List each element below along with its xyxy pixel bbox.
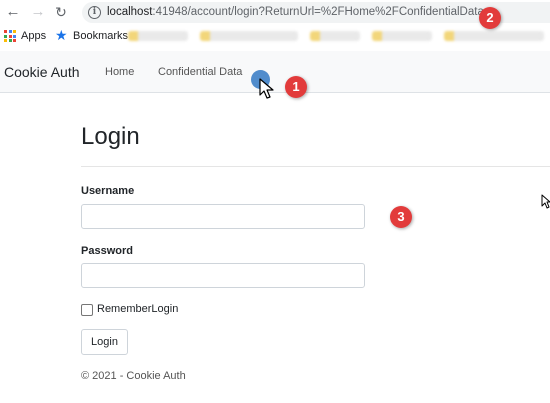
annotation-badge-2: 2	[479, 7, 501, 29]
mouse-cursor-icon	[541, 194, 550, 209]
star-icon: ★	[55, 27, 68, 43]
url-text: localhost:41948/account/login?ReturnUrl=…	[107, 5, 484, 20]
site-navbar: Cookie Auth Home Confidential Data	[0, 51, 550, 93]
username-input[interactable]	[81, 204, 365, 229]
nav-link-home[interactable]: Home	[105, 65, 134, 79]
apps-grid-icon[interactable]	[4, 30, 16, 42]
blurred-bookmark[interactable]	[444, 31, 544, 41]
blurred-bookmark[interactable]	[128, 31, 188, 41]
page-title: Login	[81, 123, 140, 150]
password-input[interactable]	[81, 263, 365, 288]
nav-link-confidential-data[interactable]: Confidential Data	[158, 65, 242, 79]
blurred-bookmark[interactable]	[200, 31, 298, 41]
annotation-badge-1: 1	[285, 76, 307, 98]
blurred-bookmark[interactable]	[372, 31, 432, 41]
login-button[interactable]: Login	[81, 329, 128, 355]
info-icon[interactable]: i	[88, 6, 101, 19]
password-label: Password	[81, 245, 133, 257]
blurred-bookmark[interactable]	[310, 31, 360, 41]
back-arrow-icon[interactable]: ←	[4, 3, 22, 21]
url-path: :41948/account/login?ReturnUrl=%2FHome%2…	[152, 6, 484, 18]
remember-login-label[interactable]: RememberLogin	[97, 302, 178, 316]
forward-arrow-icon[interactable]: →	[29, 3, 47, 21]
footer-text: © 2021 - Cookie Auth	[81, 370, 186, 382]
username-label: Username	[81, 185, 135, 197]
url-host: localhost	[107, 6, 153, 18]
browser-toolbar: ← → ↻ i localhost:41948/account/login?Re…	[0, 0, 550, 25]
brand-link[interactable]: Cookie Auth	[4, 63, 80, 81]
remember-login-checkbox[interactable]	[81, 304, 93, 316]
bookmarks-bar: Apps ★ Bookmarks	[0, 25, 550, 47]
reload-icon[interactable]: ↻	[52, 3, 70, 21]
apps-link[interactable]: Apps	[21, 28, 46, 44]
bookmarks-link[interactable]: Bookmarks	[73, 28, 128, 44]
title-divider	[81, 166, 550, 167]
mouse-cursor-icon	[259, 78, 274, 99]
annotation-badge-3: 3	[390, 206, 412, 228]
